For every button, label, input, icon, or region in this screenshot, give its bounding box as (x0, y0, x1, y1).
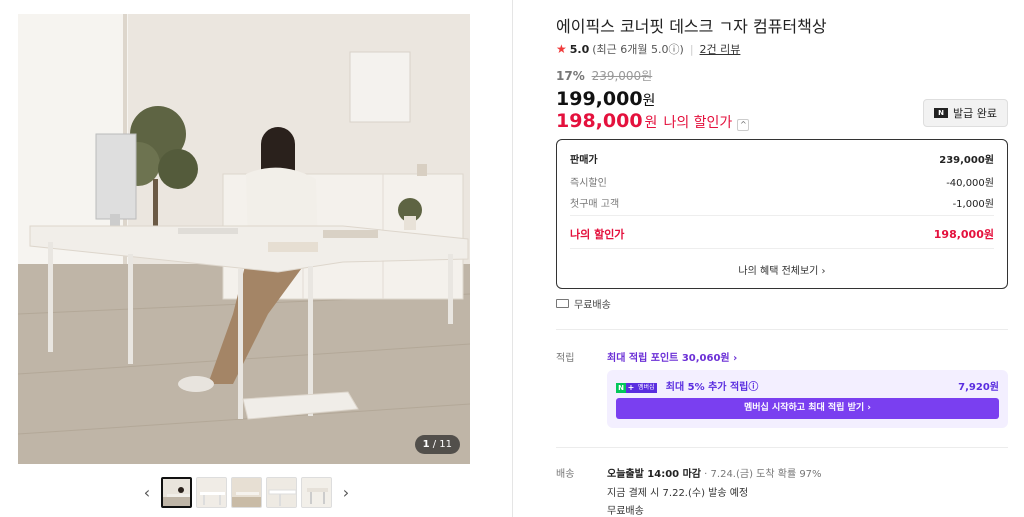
truck-icon (556, 299, 569, 308)
breakdown-value: 239,000원 (939, 155, 994, 166)
my-price-unit: 원 (644, 115, 658, 131)
product-main-image[interactable]: 1 / 11 (18, 14, 470, 464)
price-breakdown-box: 판매가 239,000원 즉시할인 -40,000원 첫구매 고객 -1,000… (556, 139, 1008, 289)
membership-text[interactable]: 최대 5% 추가 적립ⓘ (666, 382, 759, 393)
rating-separator: | (689, 42, 694, 56)
thumbnail-image (267, 477, 296, 507)
free-shipping-label: 무료배송 (574, 300, 611, 311)
membership-box: N + 멤버십 최대 5% 추가 적립ⓘ 7,920원 멤버십 시작하고 최대 … (607, 370, 1008, 428)
membership-info: N + 멤버십 최대 5% 추가 적립ⓘ (616, 378, 758, 393)
breakdown-divider (570, 215, 994, 216)
breakdown-row: 즉시할인 -40,000원 (570, 174, 994, 189)
membership-badge-text: 멤버십 (636, 383, 657, 393)
breakdown-label: 첫구매 고객 (570, 199, 620, 210)
image-counter: 1 / 11 (414, 435, 460, 454)
chevron-left-icon: ‹ (143, 482, 151, 502)
thumbnail-strip: ‹ › (137, 476, 356, 508)
section-divider (556, 329, 1008, 330)
breakdown-label: 나의 할인가 (570, 228, 625, 241)
sale-price-value: 199,000 (556, 88, 643, 110)
rating-summary: ★ 5.0 (최근 6개월 5.0ⓘ) | 2건 리뷰 (556, 41, 740, 57)
thumbnail-4[interactable] (266, 476, 297, 508)
section-divider (556, 447, 1008, 448)
star-icon: ★ (556, 42, 567, 56)
coupon-issued-button[interactable]: N 발급 완료 (923, 99, 1008, 127)
membership-row: N + 멤버십 최대 5% 추가 적립ⓘ 7,920원 (616, 378, 999, 393)
my-price-row[interactable]: 198,000 원 나의 할인가 ^ (556, 110, 750, 132)
thumbnail-5[interactable] (301, 476, 332, 508)
membership-value: 7,920원 (958, 382, 999, 393)
original-price: 239,000원 (591, 69, 653, 83)
breakdown-value: 198,000원 (933, 228, 994, 241)
my-price-value: 198,000 (556, 110, 643, 132)
column-divider (512, 0, 513, 517)
coupon-label: 발급 완료 (953, 107, 997, 120)
breakdown-row: 판매가 239,000원 (570, 151, 994, 166)
chevron-up-icon[interactable]: ^ (737, 119, 750, 131)
delivery-label: 배송 (556, 469, 575, 480)
product-photo (18, 14, 470, 464)
thumbnail-image (302, 477, 331, 507)
membership-badge: N + 멤버십 (616, 383, 657, 393)
delivery-cutoff: 오늘출발 14:00 마감 (607, 469, 701, 480)
breakdown-divider (570, 248, 994, 249)
counter-current: 1 (422, 439, 430, 450)
delivery-arrival: · 7.24.(금) 도착 확률 97% (701, 469, 822, 480)
max-points-link[interactable]: 최대 적립 포인트 30,060원 › (607, 349, 737, 364)
view-all-benefits-link[interactable]: 나의 혜택 전체보기 › (557, 262, 1007, 277)
prev-image-button[interactable]: ‹ (137, 476, 157, 508)
thumbnail-3[interactable] (231, 476, 262, 508)
next-image-button[interactable]: › (336, 476, 356, 508)
delivery-fee: 무료배송 (607, 506, 644, 517)
thumbnail-2[interactable] (196, 476, 227, 508)
thumbnail-image (232, 477, 261, 507)
rating-note[interactable]: (최근 6개월 5.0ⓘ) (592, 41, 684, 57)
membership-start-button[interactable]: 멤버십 시작하고 최대 적립 받기 › (616, 398, 999, 419)
product-title: 에이픽스 코너핏 데스크 ㄱ자 컴퓨터책상 (556, 17, 827, 36)
thumbnail-image (163, 478, 190, 506)
review-link[interactable]: 2건 리뷰 (700, 41, 741, 57)
naver-n-icon: N (616, 383, 626, 393)
delivery-dispatch: 지금 결제 시 7.22.(수) 발송 예정 (607, 488, 749, 499)
discount-row: 17% 239,000원 (556, 67, 652, 84)
my-price-label: 나의 할인가 (663, 115, 733, 131)
thumbnail-image (197, 477, 226, 507)
counter-total: / 11 (432, 439, 452, 450)
breakdown-label: 판매가 (570, 155, 598, 166)
sale-price-unit: 원 (642, 93, 656, 109)
discount-rate: 17% (556, 69, 585, 83)
coupon-icon: N (934, 108, 948, 118)
free-shipping-tag: 무료배송 (556, 296, 611, 311)
breakdown-value: -40,000원 (946, 178, 994, 189)
points-label: 적립 (556, 353, 575, 364)
sale-price: 199,000원 (556, 88, 655, 110)
thumbnail-1[interactable] (161, 476, 192, 508)
rating-score: 5.0 (569, 42, 590, 56)
breakdown-row: 첫구매 고객 -1,000원 (570, 195, 994, 210)
breakdown-label: 즉시할인 (570, 178, 607, 189)
breakdown-value: -1,000원 (952, 199, 994, 210)
breakdown-row-total: 나의 할인가 198,000원 (570, 226, 994, 242)
chevron-right-icon: › (342, 482, 350, 502)
plus-icon: + (626, 383, 636, 393)
delivery-cutoff-line: 오늘출발 14:00 마감 · 7.24.(금) 도착 확률 97% (607, 465, 822, 480)
